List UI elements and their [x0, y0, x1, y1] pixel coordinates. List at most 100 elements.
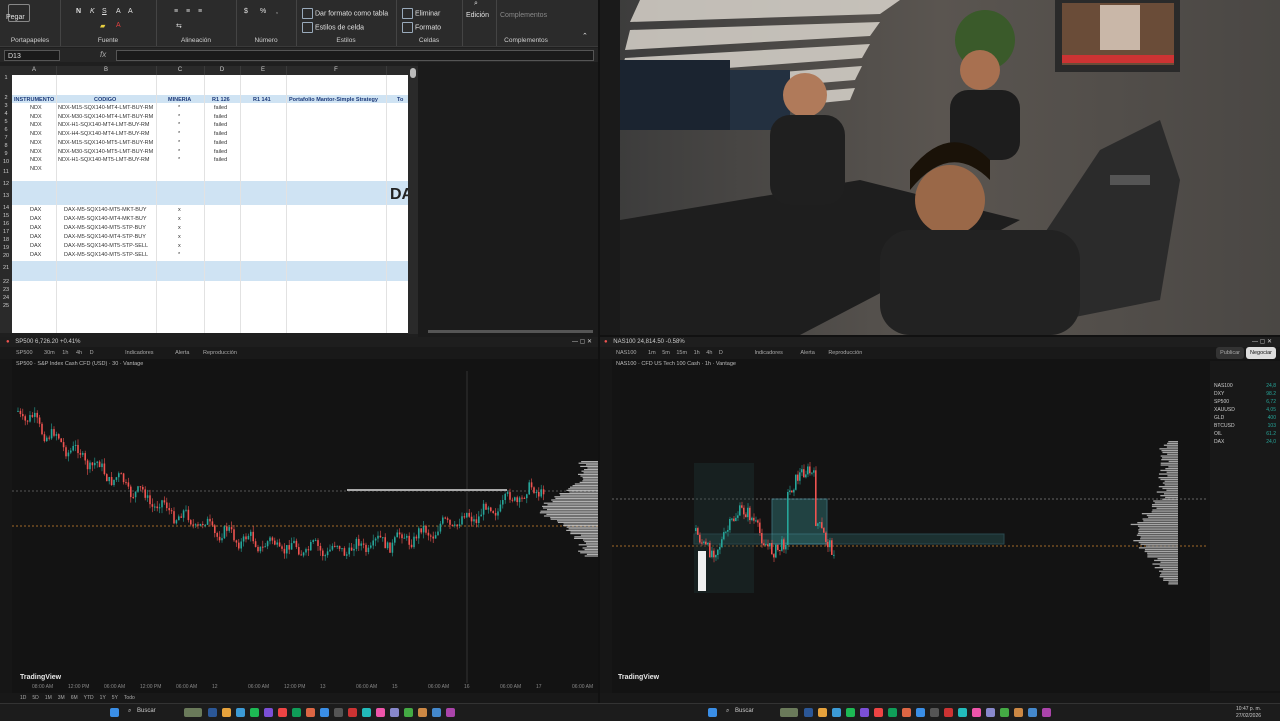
range-tab[interactable]: 3M — [58, 695, 65, 701]
cell-code[interactable]: DAX-M5-SQX140-MT5-STP-BUY — [64, 225, 146, 231]
row-number[interactable]: 8 — [0, 143, 12, 149]
cell-code[interactable]: DAX-M5-SQX140-MT4-MKT-BUY — [64, 216, 147, 222]
tv-left-toolbar-interval-1h[interactable]: 1h — [62, 350, 68, 356]
cell-instrument[interactable]: NDX — [30, 122, 42, 128]
comma-icon[interactable]: , — [276, 8, 278, 15]
tv-right-replay-button[interactable]: Reproducción — [828, 350, 862, 356]
cell-instrument[interactable]: DAX — [30, 216, 41, 222]
taskbar-app-icon[interactable] — [1000, 708, 1009, 717]
italic-button[interactable]: K — [90, 8, 95, 15]
cell-instrument[interactable]: NDX — [30, 105, 42, 111]
taskbar-app-icon[interactable] — [916, 708, 925, 717]
taskbar-app-icon[interactable] — [818, 708, 827, 717]
range-tab[interactable]: 5Y — [112, 695, 118, 701]
cell-mineria[interactable]: * — [178, 140, 180, 146]
tv-right-trade-button[interactable]: Negociar — [1245, 347, 1276, 359]
editing-button[interactable]: Edición — [466, 12, 489, 19]
cell-instrument[interactable]: DAX — [30, 243, 41, 249]
taskbar-app-icon[interactable] — [860, 708, 869, 717]
taskbar-app-icon[interactable] — [446, 708, 455, 717]
taskbar-search-icon[interactable]: ⌕ — [128, 708, 131, 715]
row-number[interactable]: 2 — [0, 95, 12, 101]
cell-status[interactable]: failed — [214, 105, 227, 111]
start-icon[interactable] — [110, 708, 119, 717]
row-number[interactable]: 22 — [0, 279, 12, 285]
addins-button[interactable]: Complementos — [500, 12, 547, 19]
taskbar-app-icon[interactable] — [1028, 708, 1037, 717]
taskbar-app-icon[interactable] — [264, 708, 273, 717]
align-center-icon[interactable]: ≡ — [186, 8, 190, 15]
search-icon[interactable]: ⌕ — [474, 0, 478, 8]
tv-left-tab[interactable]: SP500 6,726.20 +0.41% — [15, 339, 80, 345]
row-number[interactable]: 25 — [0, 303, 12, 309]
scroll-thumb[interactable] — [410, 68, 416, 78]
cell-status[interactable]: failed — [214, 131, 227, 137]
column-header-f[interactable]: F — [286, 66, 387, 75]
cell-mineria[interactable]: * — [178, 157, 180, 163]
taskbar-app-icon[interactable] — [832, 708, 841, 717]
taskbar-app-icon[interactable] — [292, 708, 301, 717]
font-shrink-icon[interactable]: A — [128, 8, 133, 15]
tv-left-alert-button[interactable]: Alerta — [175, 350, 189, 356]
row-number[interactable]: 23 — [0, 287, 12, 293]
watchlist-row[interactable]: GLD 400 — [1214, 415, 1276, 422]
cell-code[interactable]: DAX-M5-SQX140-MT5-MKT-BUY — [64, 207, 147, 213]
watchlist-row[interactable]: OIL 61.2 — [1214, 431, 1276, 438]
row-number[interactable]: 12 — [0, 181, 12, 187]
row-number[interactable]: 3 — [0, 103, 12, 109]
tv-left-indicators-button[interactable]: Indicadores — [125, 350, 153, 356]
cell-mineria[interactable]: * — [178, 122, 180, 128]
widgets-icon-2[interactable] — [780, 708, 798, 717]
row-number[interactable]: 11 — [0, 169, 12, 175]
cell-code[interactable]: NDX-M30-SQX140-MT5-LMT-BUY-RM — [58, 149, 153, 155]
cell-status[interactable]: failed — [214, 114, 227, 120]
tv-left-drawing-toolbar[interactable] — [0, 359, 12, 703]
range-tab[interactable]: 6M — [71, 695, 78, 701]
column-header-b[interactable]: B — [56, 66, 157, 75]
fx-icon[interactable]: fx — [100, 50, 106, 59]
row-number[interactable]: 13 — [0, 193, 12, 199]
cell-status[interactable]: failed — [214, 157, 227, 163]
cell-mineria[interactable]: * — [178, 252, 180, 258]
tv-right-window-controls-icon[interactable]: — ▢ ✕ — [1252, 337, 1272, 347]
range-tab[interactable]: 1D — [20, 695, 26, 701]
tv-left-replay-button[interactable]: Reproducción — [203, 350, 237, 356]
tv-right-toolbar-symbol[interactable]: NAS100 — [616, 350, 637, 356]
row-number[interactable]: 5 — [0, 119, 12, 125]
name-box[interactable]: D13 — [4, 50, 60, 61]
taskbar-app-icon[interactable] — [902, 708, 911, 717]
cell-mineria[interactable]: x — [178, 207, 181, 213]
cell-code[interactable]: DAX-M5-SQX140-MT5-STP-SELL — [64, 243, 148, 249]
taskbar-app-icon[interactable] — [846, 708, 855, 717]
cell-mineria[interactable]: x — [178, 234, 181, 240]
taskbar-app-icon[interactable] — [208, 708, 217, 717]
bold-button[interactable]: N — [76, 8, 81, 15]
cell-status[interactable]: failed — [214, 140, 227, 146]
row-number[interactable]: 24 — [0, 295, 12, 301]
underline-button[interactable]: S — [102, 8, 107, 15]
row-number[interactable]: 1 — [0, 75, 12, 81]
range-tab[interactable]: 1M — [45, 695, 52, 701]
cell-code[interactable]: DAX-M5-SQX140-MT5-STP-SELL — [64, 252, 148, 258]
watchlist-row[interactable]: SP500 6,72 — [1214, 399, 1276, 406]
row-number[interactable]: 6 — [0, 127, 12, 133]
range-tab[interactable]: 5D — [32, 695, 38, 701]
cell-mineria[interactable]: * — [178, 131, 180, 137]
row-number[interactable]: 19 — [0, 245, 12, 251]
tv-right-publish-button[interactable]: Publicar — [1216, 347, 1244, 359]
range-tab[interactable]: 1Y — [100, 695, 106, 701]
currency-icon[interactable]: $ — [244, 8, 248, 15]
taskbar-app-icon[interactable] — [944, 708, 953, 717]
cell-instrument[interactable]: DAX — [30, 234, 41, 240]
cell-code[interactable]: NDX-H4-SQX140-MT4-LMT-BUY-RM — [58, 131, 149, 137]
start-icon-2[interactable] — [708, 708, 717, 717]
align-left-icon[interactable]: ≡ — [174, 8, 178, 15]
taskbar-app-icon[interactable] — [320, 708, 329, 717]
cell-mineria[interactable]: * — [178, 149, 180, 155]
taskbar-app-icon[interactable] — [278, 708, 287, 717]
taskbar-search-icon-2[interactable]: ⌕ — [726, 708, 729, 715]
row-number[interactable]: 20 — [0, 253, 12, 259]
cell-code[interactable]: NDX-M15-SQX140-MT4-LMT-BUY-RM — [58, 105, 153, 111]
watchlist-row[interactable]: XAUUSD 4,05 — [1214, 407, 1276, 414]
taskbar-app-icon[interactable] — [804, 708, 813, 717]
